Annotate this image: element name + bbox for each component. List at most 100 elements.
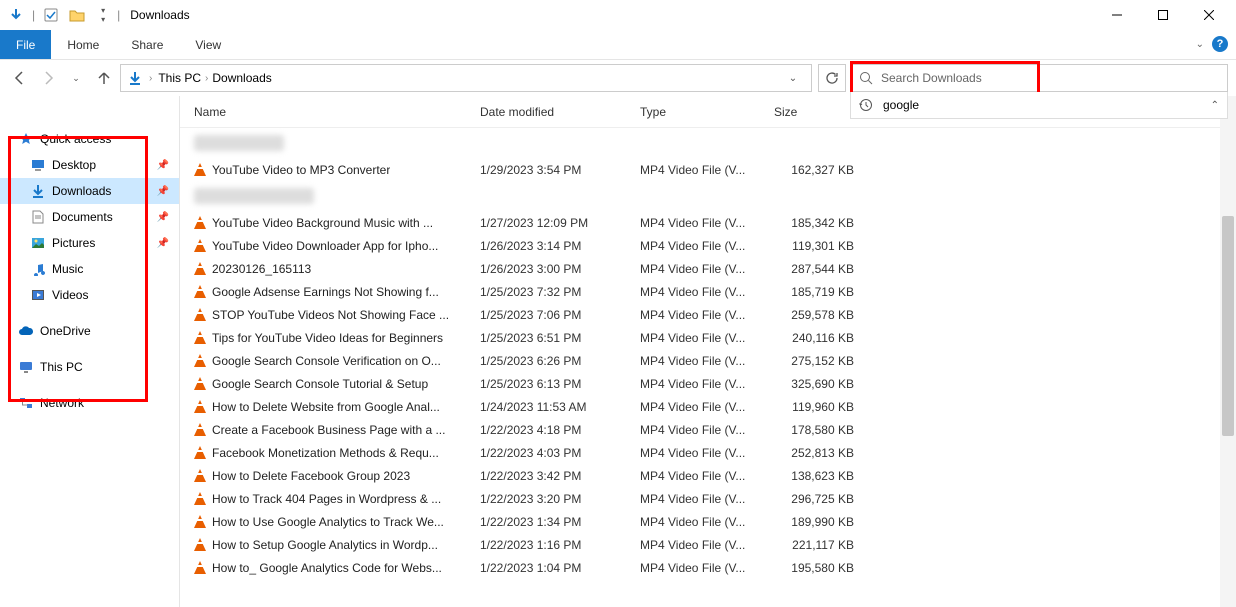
file-size: 119,960 KB bbox=[774, 400, 864, 414]
vlc-cone-icon bbox=[194, 262, 206, 275]
file-row[interactable]: How to Delete Website from Google Anal..… bbox=[180, 395, 1236, 418]
file-tab[interactable]: File bbox=[0, 30, 51, 59]
file-type: MP4 Video File (V... bbox=[640, 515, 774, 529]
up-button[interactable] bbox=[92, 66, 116, 90]
sidebar-item-desktop[interactable]: Desktop📌 bbox=[0, 152, 179, 178]
file-row[interactable]: How to Track 404 Pages in Wordpress & ..… bbox=[180, 487, 1236, 510]
file-date: 1/27/2023 12:09 PM bbox=[480, 216, 640, 230]
chevron-right-icon[interactable]: › bbox=[149, 73, 152, 84]
quick-access-toolbar: | ▾▾ bbox=[4, 3, 115, 27]
maximize-button[interactable] bbox=[1140, 0, 1186, 30]
sidebar-item-downloads[interactable]: Downloads📌 bbox=[0, 178, 179, 204]
search-suggestion-row[interactable]: google ⌃ bbox=[850, 92, 1228, 119]
sidebar-onedrive[interactable]: OneDrive bbox=[0, 318, 179, 344]
chevron-right-icon[interactable]: › bbox=[205, 73, 208, 84]
sidebar-item-label: Pictures bbox=[52, 236, 95, 250]
refresh-button[interactable] bbox=[818, 64, 846, 92]
sidebar-thispc[interactable]: This PC bbox=[0, 354, 179, 380]
search-box[interactable] bbox=[850, 64, 1228, 92]
download-arrow-icon[interactable] bbox=[4, 3, 28, 27]
file-size: 195,580 KB bbox=[774, 561, 864, 575]
file-type: MP4 Video File (V... bbox=[640, 163, 774, 177]
file-row[interactable]: YouTube Video Background Music with ... 1… bbox=[180, 211, 1236, 234]
folder-icon[interactable] bbox=[65, 3, 89, 27]
tab-view[interactable]: View bbox=[179, 30, 237, 59]
tab-home[interactable]: Home bbox=[51, 30, 115, 59]
sidebar-item-videos[interactable]: Videos bbox=[0, 282, 179, 308]
vertical-scrollbar[interactable] bbox=[1220, 96, 1236, 607]
tab-share[interactable]: Share bbox=[115, 30, 179, 59]
pin-icon: 📌 bbox=[157, 160, 169, 171]
file-row[interactable]: Google Search Console Tutorial & Setup1/… bbox=[180, 372, 1236, 395]
file-row[interactable]: How to Use Google Analytics to Track We.… bbox=[180, 510, 1236, 533]
file-row[interactable]: 20230126_1651131/26/2023 3:00 PMMP4 Vide… bbox=[180, 257, 1236, 280]
file-name: YouTube Video Background Music with ... bbox=[212, 216, 433, 230]
forward-button[interactable] bbox=[36, 66, 60, 90]
vlc-cone-icon bbox=[194, 331, 206, 344]
file-row[interactable]: YouTube Video to MP3 Converter1/29/2023 … bbox=[180, 158, 1236, 181]
file-row[interactable]: How to Delete Facebook Group 20231/22/20… bbox=[180, 464, 1236, 487]
group-header[interactable] bbox=[180, 128, 1236, 158]
file-name: YouTube Video Downloader App for Ipho... bbox=[212, 239, 438, 253]
ribbon-collapse-icon[interactable]: ⌄ bbox=[1196, 39, 1204, 50]
music-icon bbox=[30, 262, 46, 276]
file-type: MP4 Video File (V... bbox=[640, 492, 774, 506]
file-size: 296,725 KB bbox=[774, 492, 864, 506]
address-bar[interactable]: › This PC › Downloads ⌄ bbox=[120, 64, 812, 92]
file-row[interactable]: How to Setup Google Analytics in Wordp..… bbox=[180, 533, 1236, 556]
search-input[interactable] bbox=[881, 71, 1219, 85]
minimize-button[interactable] bbox=[1094, 0, 1140, 30]
file-row[interactable]: Create a Facebook Business Page with a .… bbox=[180, 418, 1236, 441]
breadcrumb-downloads[interactable]: Downloads bbox=[212, 71, 271, 85]
file-row[interactable]: How to_ Google Analytics Code for Webs..… bbox=[180, 556, 1236, 579]
file-size: 325,690 KB bbox=[774, 377, 864, 391]
file-date: 1/25/2023 6:51 PM bbox=[480, 331, 640, 345]
qat-dropdown-icon[interactable]: ▾▾ bbox=[91, 3, 115, 27]
file-name: STOP YouTube Videos Not Showing Face ... bbox=[212, 308, 449, 322]
file-row[interactable]: Google Adsense Earnings Not Showing f...… bbox=[180, 280, 1236, 303]
sidebar-item-pictures[interactable]: Pictures📌 bbox=[0, 230, 179, 256]
file-list[interactable]: YouTube Video to MP3 Converter1/29/2023 … bbox=[180, 128, 1236, 607]
column-header-date[interactable]: Date modified bbox=[480, 105, 640, 119]
close-button[interactable] bbox=[1186, 0, 1232, 30]
recent-locations-button[interactable]: ⌄ bbox=[64, 66, 88, 90]
file-type: MP4 Video File (V... bbox=[640, 216, 774, 230]
group-header[interactable] bbox=[180, 181, 1236, 211]
address-dropdown-icon[interactable]: ⌄ bbox=[781, 73, 805, 84]
documents-icon bbox=[30, 210, 46, 224]
file-size: 287,544 KB bbox=[774, 262, 864, 276]
star-icon bbox=[18, 132, 34, 146]
file-size: 275,152 KB bbox=[774, 354, 864, 368]
vlc-cone-icon bbox=[194, 308, 206, 321]
sidebar-item-label: Downloads bbox=[52, 184, 111, 198]
desktop-icon bbox=[30, 158, 46, 172]
file-row[interactable]: YouTube Video Downloader App for Ipho...… bbox=[180, 234, 1236, 257]
back-button[interactable] bbox=[8, 66, 32, 90]
vlc-cone-icon bbox=[194, 538, 206, 551]
column-header-name[interactable]: Name bbox=[194, 105, 480, 119]
navigation-pane: Quick access Desktop📌Downloads📌Documents… bbox=[0, 96, 180, 607]
properties-icon[interactable] bbox=[39, 3, 63, 27]
file-name: Create a Facebook Business Page with a .… bbox=[212, 423, 445, 437]
chevron-up-icon[interactable]: ⌃ bbox=[1211, 100, 1219, 111]
sidebar-item-documents[interactable]: Documents📌 bbox=[0, 204, 179, 230]
sidebar-network[interactable]: Network bbox=[0, 390, 179, 416]
sidebar-quick-access[interactable]: Quick access bbox=[0, 126, 179, 152]
vlc-cone-icon bbox=[194, 515, 206, 528]
sidebar-item-music[interactable]: Music bbox=[0, 256, 179, 282]
file-row[interactable]: Tips for YouTube Video Ideas for Beginne… bbox=[180, 326, 1236, 349]
file-row[interactable]: Google Search Console Verification on O.… bbox=[180, 349, 1236, 372]
scrollbar-thumb[interactable] bbox=[1222, 216, 1234, 436]
file-name: How to Delete Facebook Group 2023 bbox=[212, 469, 410, 483]
file-date: 1/26/2023 3:00 PM bbox=[480, 262, 640, 276]
search-icon bbox=[859, 71, 873, 85]
column-header-type[interactable]: Type bbox=[640, 105, 774, 119]
file-list-pane: Name Date modified Type Size YouTube Vid… bbox=[180, 96, 1236, 607]
file-row[interactable]: STOP YouTube Videos Not Showing Face ...… bbox=[180, 303, 1236, 326]
file-row[interactable]: Facebook Monetization Methods & Requ...1… bbox=[180, 441, 1236, 464]
breadcrumb-thispc[interactable]: This PC bbox=[158, 71, 201, 85]
file-type: MP4 Video File (V... bbox=[640, 446, 774, 460]
file-name: YouTube Video to MP3 Converter bbox=[212, 163, 390, 177]
file-name: Google Search Console Tutorial & Setup bbox=[212, 377, 428, 391]
help-icon[interactable]: ? bbox=[1212, 36, 1228, 52]
